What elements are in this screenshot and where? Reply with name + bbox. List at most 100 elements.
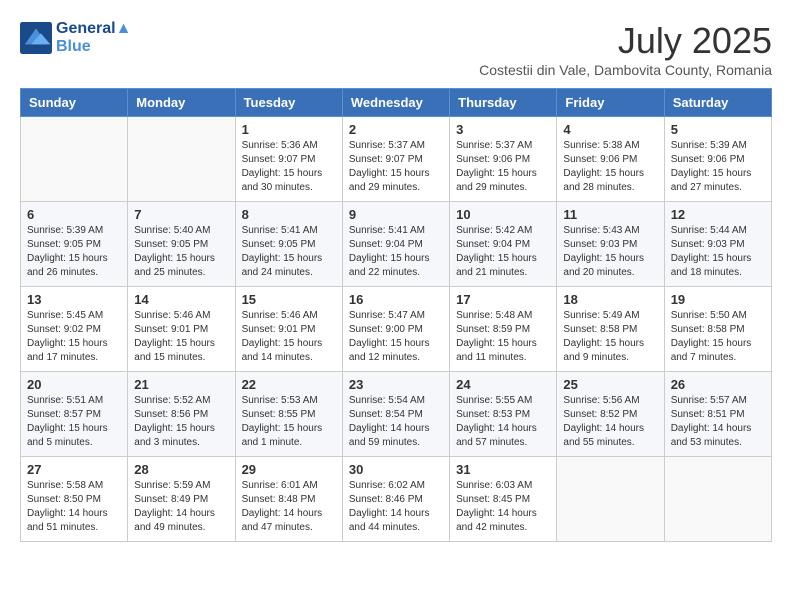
- day-info: Sunrise: 5:58 AM Sunset: 8:50 PM Dayligh…: [27, 479, 121, 535]
- calendar-header: SundayMondayTuesdayWednesdayThursdayFrid…: [21, 89, 772, 117]
- title-section: July 2025 Costestii din Vale, Dambovita …: [479, 20, 772, 78]
- day-info: Sunrise: 5:41 AM Sunset: 9:04 PM Dayligh…: [349, 224, 443, 280]
- day-info: Sunrise: 5:53 AM Sunset: 8:55 PM Dayligh…: [242, 394, 336, 450]
- day-info: Sunrise: 5:36 AM Sunset: 9:07 PM Dayligh…: [242, 139, 336, 195]
- day-info: Sunrise: 5:46 AM Sunset: 9:01 PM Dayligh…: [134, 309, 228, 365]
- week-row-1: 1 Sunrise: 5:36 AM Sunset: 9:07 PM Daylig…: [21, 117, 772, 202]
- day-number: 31: [456, 462, 550, 477]
- weekday-header-sunday: Sunday: [21, 89, 128, 117]
- day-number: 7: [134, 207, 228, 222]
- day-number: 21: [134, 377, 228, 392]
- day-number: 5: [671, 122, 765, 137]
- day-number: 6: [27, 207, 121, 222]
- day-info: Sunrise: 5:43 AM Sunset: 9:03 PM Dayligh…: [563, 224, 657, 280]
- weekday-header-monday: Monday: [128, 89, 235, 117]
- day-info: Sunrise: 5:37 AM Sunset: 9:06 PM Dayligh…: [456, 139, 550, 195]
- day-info: Sunrise: 5:44 AM Sunset: 9:03 PM Dayligh…: [671, 224, 765, 280]
- day-info: Sunrise: 5:41 AM Sunset: 9:05 PM Dayligh…: [242, 224, 336, 280]
- calendar-cell: [21, 117, 128, 202]
- calendar: SundayMondayTuesdayWednesdayThursdayFrid…: [20, 88, 772, 542]
- calendar-cell: 29Sunrise: 6:01 AM Sunset: 8:48 PM Dayli…: [235, 457, 342, 542]
- calendar-cell: 23 Sunrise: 5:54 AM Sunset: 8:54 PM Dayli…: [342, 372, 449, 457]
- calendar-cell: 28 Sunrise: 5:59 AM Sunset: 8:49 PM Dayli…: [128, 457, 235, 542]
- week-row-4: 20 Sunrise: 5:51 AM Sunset: 8:57 PM Dayli…: [21, 372, 772, 457]
- calendar-cell: 7 Sunrise: 5:40 AM Sunset: 9:05 PM Daylig…: [128, 202, 235, 287]
- calendar-cell: 21Sunrise: 5:52 AM Sunset: 8:56 PM Dayli…: [128, 372, 235, 457]
- day-number: 27: [27, 462, 121, 477]
- calendar-cell: 20 Sunrise: 5:51 AM Sunset: 8:57 PM Dayli…: [21, 372, 128, 457]
- calendar-cell: 10 Sunrise: 5:42 AM Sunset: 9:04 PM Dayli…: [450, 202, 557, 287]
- day-number: 9: [349, 207, 443, 222]
- weekday-header-wednesday: Wednesday: [342, 89, 449, 117]
- day-info: Sunrise: 5:46 AM Sunset: 9:01 PM Dayligh…: [242, 309, 336, 365]
- day-info: Sunrise: 6:01 AM Sunset: 8:48 PM Dayligh…: [242, 479, 336, 535]
- calendar-cell: 6 Sunrise: 5:39 AM Sunset: 9:05 PM Daylig…: [21, 202, 128, 287]
- calendar-cell: [128, 117, 235, 202]
- day-number: 17: [456, 292, 550, 307]
- day-number: 14: [134, 292, 228, 307]
- day-info: Sunrise: 5:49 AM Sunset: 8:58 PM Dayligh…: [563, 309, 657, 365]
- calendar-cell: 31 Sunrise: 6:03 AM Sunset: 8:45 PM Dayli…: [450, 457, 557, 542]
- day-number: 30: [349, 462, 443, 477]
- calendar-cell: 5Sunrise: 5:39 AM Sunset: 9:06 PM Daylig…: [664, 117, 771, 202]
- subtitle: Costestii din Vale, Dambovita County, Ro…: [479, 62, 772, 78]
- logo-icon: [20, 22, 52, 54]
- day-number: 15: [242, 292, 336, 307]
- calendar-cell: [557, 457, 664, 542]
- calendar-cell: 16 Sunrise: 5:47 AM Sunset: 9:00 PM Dayli…: [342, 287, 449, 372]
- day-info: Sunrise: 5:37 AM Sunset: 9:07 PM Dayligh…: [349, 139, 443, 195]
- day-number: 18: [563, 292, 657, 307]
- day-number: 12: [671, 207, 765, 222]
- day-number: 20: [27, 377, 121, 392]
- day-info: Sunrise: 5:51 AM Sunset: 8:57 PM Dayligh…: [27, 394, 121, 450]
- day-info: Sunrise: 5:59 AM Sunset: 8:49 PM Dayligh…: [134, 479, 228, 535]
- calendar-cell: 3 Sunrise: 5:37 AM Sunset: 9:06 PM Daylig…: [450, 117, 557, 202]
- day-info: Sunrise: 5:45 AM Sunset: 9:02 PM Dayligh…: [27, 309, 121, 365]
- day-info: Sunrise: 5:54 AM Sunset: 8:54 PM Dayligh…: [349, 394, 443, 450]
- day-info: Sunrise: 5:42 AM Sunset: 9:04 PM Dayligh…: [456, 224, 550, 280]
- day-info: Sunrise: 6:02 AM Sunset: 8:46 PM Dayligh…: [349, 479, 443, 535]
- calendar-body: 1 Sunrise: 5:36 AM Sunset: 9:07 PM Daylig…: [21, 117, 772, 542]
- day-number: 1: [242, 122, 336, 137]
- day-number: 4: [563, 122, 657, 137]
- day-number: 2: [349, 122, 443, 137]
- calendar-cell: 25Sunrise: 5:56 AM Sunset: 8:52 PM Dayli…: [557, 372, 664, 457]
- day-number: 16: [349, 292, 443, 307]
- day-number: 28: [134, 462, 228, 477]
- day-number: 24: [456, 377, 550, 392]
- calendar-cell: 17Sunrise: 5:48 AM Sunset: 8:59 PM Dayli…: [450, 287, 557, 372]
- day-number: 3: [456, 122, 550, 137]
- calendar-cell: 4 Sunrise: 5:38 AM Sunset: 9:06 PM Daylig…: [557, 117, 664, 202]
- weekday-header-tuesday: Tuesday: [235, 89, 342, 117]
- day-info: Sunrise: 6:03 AM Sunset: 8:45 PM Dayligh…: [456, 479, 550, 535]
- day-number: 26: [671, 377, 765, 392]
- day-number: 19: [671, 292, 765, 307]
- calendar-cell: [664, 457, 771, 542]
- week-row-5: 27 Sunrise: 5:58 AM Sunset: 8:50 PM Dayli…: [21, 457, 772, 542]
- day-info: Sunrise: 5:57 AM Sunset: 8:51 PM Dayligh…: [671, 394, 765, 450]
- day-number: 22: [242, 377, 336, 392]
- day-info: Sunrise: 5:47 AM Sunset: 9:00 PM Dayligh…: [349, 309, 443, 365]
- calendar-cell: 1 Sunrise: 5:36 AM Sunset: 9:07 PM Daylig…: [235, 117, 342, 202]
- day-info: Sunrise: 5:40 AM Sunset: 9:05 PM Dayligh…: [134, 224, 228, 280]
- calendar-cell: 15 Sunrise: 5:46 AM Sunset: 9:01 PM Dayli…: [235, 287, 342, 372]
- calendar-cell: 12 Sunrise: 5:44 AM Sunset: 9:03 PM Dayli…: [664, 202, 771, 287]
- calendar-cell: 24 Sunrise: 5:55 AM Sunset: 8:53 PM Dayli…: [450, 372, 557, 457]
- logo: General▲ Blue: [20, 20, 131, 56]
- calendar-cell: 27 Sunrise: 5:58 AM Sunset: 8:50 PM Dayli…: [21, 457, 128, 542]
- calendar-cell: 19Sunrise: 5:50 AM Sunset: 8:58 PM Dayli…: [664, 287, 771, 372]
- day-number: 10: [456, 207, 550, 222]
- day-number: 13: [27, 292, 121, 307]
- day-info: Sunrise: 5:55 AM Sunset: 8:53 PM Dayligh…: [456, 394, 550, 450]
- week-row-2: 6 Sunrise: 5:39 AM Sunset: 9:05 PM Daylig…: [21, 202, 772, 287]
- day-number: 23: [349, 377, 443, 392]
- calendar-cell: 13 Sunrise: 5:45 AM Sunset: 9:02 PM Dayli…: [21, 287, 128, 372]
- day-number: 8: [242, 207, 336, 222]
- week-row-3: 13 Sunrise: 5:45 AM Sunset: 9:02 PM Dayli…: [21, 287, 772, 372]
- calendar-cell: 11Sunrise: 5:43 AM Sunset: 9:03 PM Dayli…: [557, 202, 664, 287]
- day-info: Sunrise: 5:38 AM Sunset: 9:06 PM Dayligh…: [563, 139, 657, 195]
- weekday-header-thursday: Thursday: [450, 89, 557, 117]
- day-number: 25: [563, 377, 657, 392]
- weekday-header-saturday: Saturday: [664, 89, 771, 117]
- day-info: Sunrise: 5:39 AM Sunset: 9:05 PM Dayligh…: [27, 224, 121, 280]
